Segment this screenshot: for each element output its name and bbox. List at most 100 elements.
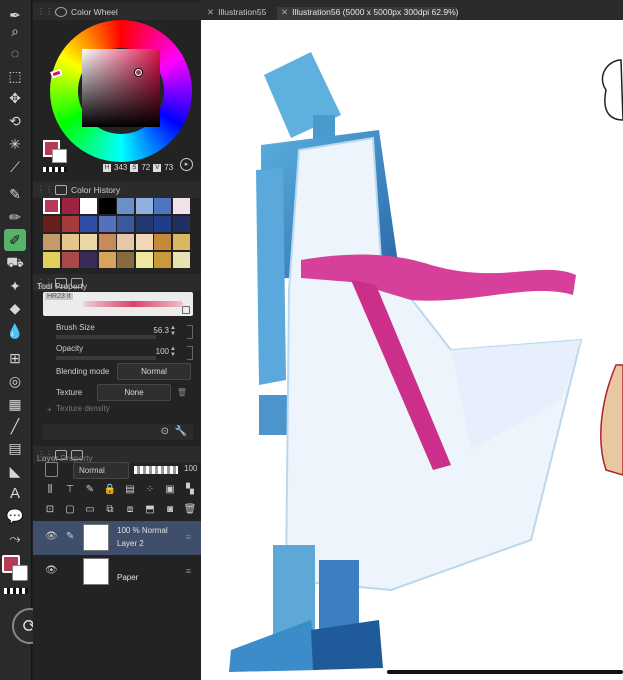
color-history-swatch[interactable] [135,234,153,250]
sub-color-swatch[interactable] [52,149,67,163]
color-history-swatch[interactable] [117,252,134,268]
visibility-icon[interactable]: 👁 [45,531,58,542]
ruler-icon[interactable]: ⤳ [4,527,26,549]
color-history-swatch[interactable] [154,252,171,268]
color-history-swatch[interactable] [117,198,134,214]
apply-mask-icon[interactable]: ▣ [161,482,179,498]
color-history-swatch[interactable] [80,216,97,232]
tool-property-header[interactable]: ⋮⋮ Sub Tool Tool Property [33,274,201,291]
lock-alpha-icon[interactable]: ▤ [121,482,139,498]
balloon-icon[interactable]: 💬 [4,505,26,527]
opacity-value[interactable]: 100 [156,347,169,356]
color-history-swatch[interactable] [154,216,171,232]
eraser-icon[interactable]: ◆ [4,297,26,319]
blending-dropdown[interactable]: Normal [117,363,191,380]
opacity-link-icon[interactable] [187,346,193,360]
color-history-swatch[interactable] [172,234,190,250]
transparent-swatch[interactable] [43,167,67,172]
decoration-icon[interactable]: ✦ [4,275,26,297]
color-history-swatch[interactable] [61,216,79,232]
merge-down-icon[interactable]: ⧈ [121,502,139,518]
color-history-swatch[interactable] [61,198,79,214]
brush-size-slider[interactable] [56,335,156,339]
panel-icon[interactable]: ▤ [4,437,26,459]
tab-illustration56[interactable]: ✕ Illustration56 (5000 x 5000px 300dpi 62… [277,7,458,20]
wrench-icon[interactable]: 🔧 [175,426,187,437]
grip-icon[interactable]: ⋮⋮ [37,185,53,194]
pencil-icon[interactable]: ✏ [4,206,26,228]
tab-illustration55[interactable]: ✕ Illustration55 [203,7,275,20]
new-vector-layer-icon[interactable]: ▢ [61,502,79,518]
drawing-canvas[interactable] [201,20,623,680]
layer-item[interactable]: 👁 ✎ 100 % Normal Layer 2 ≡ [33,521,201,555]
color-history-swatch[interactable] [43,234,60,250]
merge-icon[interactable]: ⬒ [141,502,159,518]
layer-mask-icon[interactable]: ◙ [161,502,179,518]
color-history-swatch[interactable] [61,252,79,268]
frame-icon[interactable]: ⊞ [4,347,26,369]
color-mode-icon[interactable]: ▸ [180,158,193,171]
layer-menu-icon[interactable]: ≡ [186,566,191,576]
visibility-icon[interactable]: 👁 [45,565,58,576]
color-history-swatch[interactable] [98,198,116,214]
opacity-slider[interactable] [56,356,156,360]
close-icon[interactable]: ✕ [281,7,288,17]
close-icon[interactable]: ✕ [207,7,214,17]
brush-preview[interactable]: HR23 It [43,292,193,316]
mask-icon[interactable]: ⁘ [141,482,159,498]
opacity-stepper-icon[interactable]: ▲ ▼ [170,346,177,359]
lasso-icon[interactable]: ◌ [4,42,26,64]
reference-icon[interactable]: ⊤ [61,482,79,498]
color-history-swatch[interactable] [98,234,116,250]
color-history-header[interactable]: ⋮⋮ Color History [33,181,201,198]
rotate-icon[interactable]: ⟲ [4,110,26,132]
text-icon[interactable]: A [4,482,26,504]
eyedropper-icon[interactable]: ⟋ [4,156,26,178]
plus-icon[interactable]: + [47,405,52,414]
zoom-icon[interactable]: ⌕ [4,20,26,42]
lock-icon[interactable] [182,306,190,314]
color-history-swatch[interactable] [80,198,97,214]
grip-icon[interactable]: ⋮⋮ [37,7,53,16]
delete-layer-icon[interactable]: 🗑 [181,502,199,518]
layer-color-icon[interactable] [45,462,58,477]
sub-color[interactable] [12,565,28,581]
airbrush-icon[interactable]: ⛟ [4,252,26,274]
color-history-swatch[interactable] [172,252,190,268]
color-history-swatch[interactable] [135,198,153,214]
move-icon[interactable]: ✥ [4,87,26,109]
color-history-swatch[interactable] [80,252,97,268]
color-history-swatch[interactable] [135,216,153,232]
copy-layer-icon[interactable]: ⧉ [101,502,119,518]
layer-header[interactable]: ⋮⋮ Layer Layer Property [33,446,201,463]
blend-icon[interactable]: 💧 [4,320,26,342]
clip-icon[interactable]: ⫼ [41,482,59,498]
transparent-color[interactable] [4,588,28,594]
texture-dropdown[interactable]: None [97,384,171,401]
color-wheel-header[interactable]: ⋮⋮ Color Wheel [33,3,201,20]
gradient-icon[interactable]: ▦ [4,393,26,415]
magic-wand-icon[interactable]: ✳ [4,133,26,155]
color-history-swatch[interactable] [43,252,60,268]
layer-opacity-value[interactable]: 100 [184,464,197,473]
color-history-swatch[interactable] [98,216,116,232]
ruler-show-icon[interactable]: ▚ [181,482,199,498]
brush-size-stepper-icon[interactable]: ▲ ▼ [170,325,177,338]
layer-menu-icon[interactable]: ≡ [186,532,191,542]
layer-item[interactable]: 👁 Paper ≡ [33,555,201,589]
selection-icon[interactable]: ⬚ [4,65,26,87]
trash-icon[interactable]: 🗑 [177,388,187,397]
layer-mode-dropdown[interactable]: Normal [73,462,129,479]
color-history-swatch[interactable] [43,198,60,214]
figure-icon[interactable]: ◣ [4,460,26,482]
sv-cursor[interactable] [135,69,142,76]
brush-size-value[interactable]: 56.3 [153,326,169,335]
new-raster-layer-icon[interactable]: ⊡ [41,502,59,518]
color-history-swatch[interactable] [80,234,97,250]
saturation-value-square[interactable] [82,49,160,127]
brush-size-row[interactable]: Brush Size 56.3 ▲ ▼ [47,323,193,345]
color-history-swatch[interactable] [154,198,171,214]
color-history-swatch[interactable] [98,252,116,268]
reset-icon[interactable]: ⊙ [161,426,169,437]
new-folder-icon[interactable]: ▭ [81,502,99,518]
